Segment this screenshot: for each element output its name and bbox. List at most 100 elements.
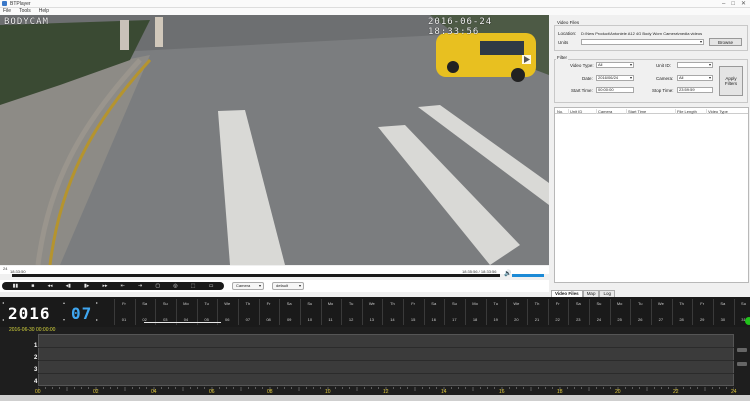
calendar-day[interactable]: 15 [403, 317, 423, 322]
col-unit-id[interactable]: Unit ID [568, 109, 582, 114]
close-button[interactable]: ✕ [741, 0, 746, 8]
video-files-group-label: Video Files [556, 20, 581, 25]
maximize-button[interactable]: □ [731, 0, 735, 8]
menu-bar: File Tools Help [0, 8, 750, 15]
timeline-scroll-down[interactable] [737, 362, 747, 366]
stop-button[interactable]: ■ [31, 282, 34, 290]
panel-tabs: Video Files Map Log [551, 290, 750, 297]
col-video-type[interactable]: Video Type [706, 109, 728, 114]
date-picker[interactable]: 2016/06/24 ▾ [596, 75, 634, 81]
calendar-day[interactable]: 07 [238, 317, 258, 322]
timeline-scroll-up[interactable] [737, 348, 747, 352]
fast-forward-button[interactable]: ▸▸ [102, 282, 107, 290]
calendar-day[interactable]: 12 [341, 317, 361, 322]
rewind-button[interactable]: ◂◂ [47, 282, 52, 290]
timeline-panel[interactable]: 2016-06-30 00:00:00 1 2 3 4 00 02 04 06 08 10… [0, 327, 750, 401]
channel-divider [38, 347, 734, 348]
col-start-time[interactable]: Start Time [626, 109, 646, 114]
col-camera[interactable]: Camera [596, 109, 612, 114]
calendar-day[interactable]: 10 [300, 317, 320, 322]
video-type-select[interactable]: All ▾ [596, 62, 634, 68]
speed-select[interactable]: default ▾ [272, 282, 304, 290]
weekday-label: Fr [700, 301, 705, 306]
weekday-label: Tu [348, 301, 354, 306]
calendar-day[interactable]: 13 [362, 317, 382, 322]
calendar-day[interactable]: 23 [568, 317, 588, 322]
video-frame [0, 15, 549, 265]
prev-file-button[interactable]: ⇤ [121, 282, 125, 290]
calendar-year[interactable]: 2016 [8, 304, 51, 323]
start-time-input[interactable]: 00:00:00 [596, 87, 634, 93]
calendar-day[interactable]: 26 [630, 317, 650, 322]
chevron-right-icon[interactable]: ▸ [96, 317, 98, 322]
seek-bar[interactable] [12, 274, 500, 277]
calendar-day[interactable]: 29 [692, 317, 712, 322]
menu-file[interactable]: File [3, 8, 11, 15]
tab-log[interactable]: Log [599, 290, 615, 297]
weekday-label: We [513, 301, 520, 306]
chevron-up-icon[interactable]: ▴ [63, 300, 65, 305]
calendar-day[interactable]: 21 [527, 317, 547, 322]
units-select[interactable]: ▾ [581, 39, 704, 45]
calendar-day[interactable]: 20 [506, 317, 526, 322]
menu-tools[interactable]: Tools [19, 8, 31, 15]
record-button[interactable]: ◎ [173, 282, 177, 290]
start-time-label: Start Time: [571, 88, 593, 93]
weekday-label: Tu [637, 301, 643, 306]
weekday-label: Th [245, 301, 251, 306]
next-file-button[interactable]: ⇥ [138, 282, 142, 290]
browse-button[interactable]: Browse [709, 38, 742, 46]
calendar-day[interactable]: 25 [610, 317, 630, 322]
weekday-label: Su [596, 301, 602, 306]
prev-frame-button[interactable]: ◂▮ [66, 282, 71, 290]
stop-time-input[interactable]: 23:59:59 [677, 87, 713, 93]
weekday-label: Th [679, 301, 684, 306]
camera-select[interactable]: Camera ▾ [232, 282, 264, 290]
calendar-day[interactable]: 11 [321, 317, 341, 322]
video-viewport[interactable]: BODYCAM 2016-06-24 18:33:56 [0, 15, 549, 265]
calendar-day[interactable]: 16 [424, 317, 444, 322]
apply-filters-button[interactable]: Apply Filters [719, 66, 743, 96]
calendar-day[interactable]: 17 [444, 317, 464, 322]
weekday-label: Fr [122, 301, 126, 306]
calendar-day[interactable]: 28 [672, 317, 692, 322]
weekday-label: Mo [183, 301, 189, 306]
camera-label: Camera: [656, 76, 674, 81]
camera-filter-select[interactable]: All ▾ [677, 75, 713, 81]
volume-slider[interactable] [512, 274, 544, 277]
calendar-day[interactable]: 30 [713, 317, 733, 322]
calendar-day[interactable]: 08 [259, 317, 279, 322]
chevron-right-icon[interactable]: ▸ [96, 300, 98, 305]
col-file-length[interactable]: File Length [675, 109, 697, 114]
weekday-label: Fr [411, 301, 415, 306]
video-files-table[interactable]: No. Unit ID Camera Start Time File Lengt… [554, 107, 749, 283]
tab-video-files[interactable]: Video Files [551, 290, 583, 297]
fullscreen-button[interactable]: ⬚ [191, 282, 196, 290]
calendar-day[interactable]: 22 [548, 317, 568, 322]
calendar-day[interactable]: 01 [114, 317, 134, 322]
calendar-day[interactable]: 24 [589, 317, 609, 322]
calendar-day[interactable]: 18 [465, 317, 485, 322]
channel-label: 3 [34, 367, 38, 373]
unit-id-select[interactable]: ▾ [677, 62, 713, 68]
chevron-left-icon[interactable]: ◂ [2, 317, 4, 322]
weekday-label: Sa [142, 301, 148, 306]
chevron-down-icon[interactable]: ▾ [63, 317, 65, 322]
calendar-day[interactable]: 27 [651, 317, 671, 322]
snapshot-button[interactable]: ▢ [155, 282, 160, 290]
weekday-label: Fr [266, 301, 271, 306]
volume-icon[interactable]: 🔊 [504, 271, 511, 277]
calendar-day[interactable]: 14 [382, 317, 402, 322]
calendar-day[interactable]: 09 [279, 317, 299, 322]
pause-button[interactable]: ▮▮ [13, 282, 19, 290]
weekday-label: Su [162, 301, 168, 306]
menu-help[interactable]: Help [39, 8, 49, 15]
calendar-day[interactable]: 19 [486, 317, 506, 322]
window-mode-button[interactable]: ▭ [209, 282, 214, 290]
tab-map[interactable]: Map [582, 290, 600, 297]
minimize-button[interactable]: – [722, 0, 725, 8]
calendar-month[interactable]: 07 [71, 304, 92, 323]
chevron-left-icon[interactable]: ◂ [2, 300, 4, 305]
next-frame-button[interactable]: ▮▸ [84, 282, 89, 290]
col-no[interactable]: No. [556, 109, 563, 114]
